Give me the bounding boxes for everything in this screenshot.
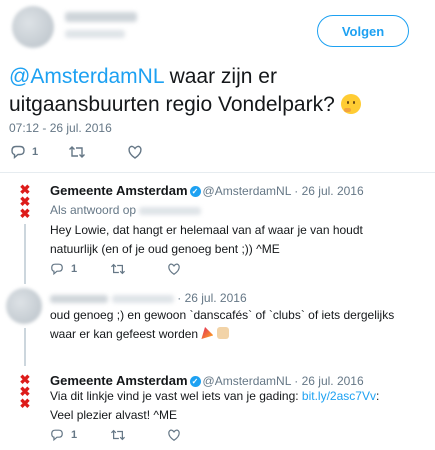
reply-author-name[interactable]: · 26 jul. 2016	[50, 290, 247, 305]
reply-author-name[interactable]: Gemeente Amsterdam ✓ @AmsterdamNL · 26 jul…	[50, 183, 364, 198]
tweet-timestamp[interactable]: 07:12 - 26 jul. 2016	[9, 121, 112, 135]
reply-button[interactable]: 1	[10, 144, 38, 160]
tweet-text: @AmsterdamNL waar zijn er uitgaansbuurte…	[9, 63, 424, 119]
reply-icon	[51, 263, 63, 276]
reply-button[interactable]: 1	[50, 428, 77, 442]
retweet-icon	[111, 263, 125, 275]
retweet-icon	[69, 146, 85, 158]
reply-count: 1	[32, 146, 39, 158]
like-button[interactable]	[167, 262, 181, 276]
author-avatar[interactable]	[12, 6, 54, 48]
heart-icon	[168, 263, 180, 275]
gemeente-amsterdam-logo[interactable]: ✖ ✖ ✖	[18, 183, 32, 220]
reply-text: oud genoeg ;) en gewoon `danscafés` of `…	[50, 308, 395, 341]
reply-text: Via dit linkje vind je vast wel iets van…	[50, 389, 380, 422]
retweet-button[interactable]	[68, 144, 86, 160]
heart-icon	[168, 429, 180, 441]
reply-meta[interactable]: @AmsterdamNL · 26 jul. 2016	[203, 184, 364, 198]
follow-button[interactable]: Volgen	[317, 15, 409, 47]
reply-author-name-blurred[interactable]	[50, 294, 108, 303]
reply-icon	[51, 429, 63, 442]
short-link[interactable]: bit.ly/2asc7Vv	[302, 389, 376, 403]
like-button[interactable]	[167, 428, 181, 442]
reply-author-name[interactable]: Gemeente Amsterdam ✓ @AmsterdamNL · 26 jul…	[50, 373, 364, 388]
mention-link[interactable]: @AmsterdamNL	[9, 65, 164, 88]
like-button[interactable]	[127, 144, 143, 160]
divider	[0, 172, 435, 173]
reply-author-avatar[interactable]	[6, 288, 42, 324]
reply-author-handle-blurred[interactable]	[111, 294, 174, 303]
retweet-icon	[111, 429, 125, 441]
heart-icon	[128, 145, 142, 159]
reply-meta[interactable]: @AmsterdamNL · 26 jul. 2016	[203, 374, 364, 388]
reply-text: Hey Lowie, dat hangt er helemaal van af …	[50, 223, 363, 256]
retweet-button[interactable]	[110, 428, 126, 442]
author-handle-blurred[interactable]	[65, 30, 125, 38]
victory-hand-icon	[216, 327, 229, 339]
reply-icon	[11, 145, 25, 160]
verified-badge-icon: ✓	[189, 376, 201, 388]
reply-count: 1	[71, 429, 78, 441]
gemeente-amsterdam-logo[interactable]: ✖ ✖ ✖	[18, 373, 32, 410]
reply-to-handle-blurred[interactable]	[139, 206, 202, 215]
thread-connector	[24, 328, 26, 366]
reply-to-line: Als antwoord op	[50, 203, 202, 217]
reply-button[interactable]: 1	[50, 262, 77, 276]
verified-badge-icon: ✓	[189, 186, 201, 198]
thinking-face-icon	[340, 94, 361, 114]
thread-connector	[24, 224, 26, 284]
retweet-button[interactable]	[110, 262, 126, 276]
reply-meta[interactable]: · 26 jul. 2016	[177, 291, 246, 305]
party-popper-icon	[201, 327, 214, 339]
author-name-blurred[interactable]	[65, 12, 137, 22]
reply-count: 1	[71, 263, 78, 275]
